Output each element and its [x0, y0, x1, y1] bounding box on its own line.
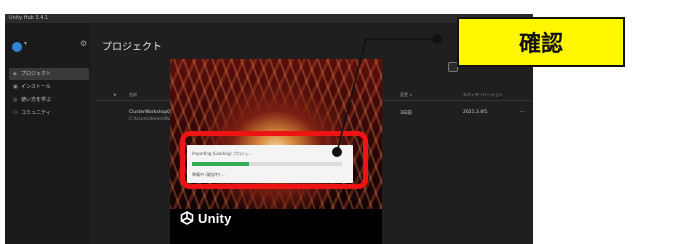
unity-cube-icon [180, 211, 194, 225]
sidebar-item-label: コミュニティ [21, 110, 51, 116]
account-avatar[interactable] [12, 42, 22, 52]
column-editor-version[interactable]: エディターバージョン [463, 90, 503, 100]
sidebar-item-community[interactable]: ⚇ コミュニティ [9, 107, 89, 119]
sidebar-item-label: プロジェクト [21, 71, 52, 77]
page-title: プロジェクト [102, 42, 162, 53]
project-name: ClusterWorkshop0 [129, 110, 171, 115]
sidebar-item-label: 使い方を学ぶ [21, 97, 52, 103]
chevron-down-icon[interactable]: ▾ [24, 40, 27, 47]
graduation-icon: ◎ [13, 97, 18, 103]
gear-icon[interactable]: ⚙ [80, 39, 87, 48]
column-favorite[interactable]: ★ [113, 90, 117, 100]
highlight-box [180, 131, 368, 189]
sidebar-item-installs[interactable]: ▣ インストール [9, 81, 89, 93]
callout-label: 確認 [457, 17, 625, 67]
lock-icon: ▣ [13, 84, 18, 90]
sidebar-item-label: インストール [21, 84, 51, 90]
project-editor-version: 2021.3.4f1 [463, 110, 488, 115]
people-icon: ⚇ [13, 110, 18, 116]
column-name[interactable]: 名前 [129, 90, 137, 100]
unity-logo: Unity [180, 208, 232, 228]
cube-icon: ◈ [13, 71, 17, 77]
sidebar: ▾ ⚙ ◈ プロジェクト ▣ インストール ◎ 使い方を学ぶ ⚇ コミュニティ [5, 23, 90, 244]
sidebar-item-projects[interactable]: ◈ プロジェクト [9, 68, 89, 80]
more-options-icon[interactable]: ⋯ [520, 110, 525, 115]
sidebar-item-learn[interactable]: ◎ 使い方を学ぶ [9, 94, 89, 106]
column-modified[interactable]: 変更 ↓ [400, 90, 413, 100]
window-title: Unity Hub 3.4.1 [5, 14, 533, 23]
unity-wordmark: Unity [198, 210, 232, 226]
project-modified: 3日前 [400, 111, 412, 116]
